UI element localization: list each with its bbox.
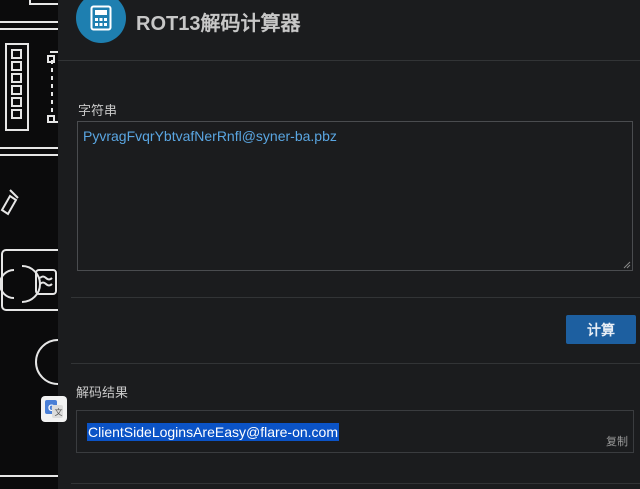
string-input-value: PyvragFvqrYbtvafNerRnfl@syner-ba.pbz [83,128,337,144]
result-label: 解码结果 [76,385,129,400]
string-input[interactable]: PyvragFvqrYbtvafNerRnfl@syner-ba.pbz [77,121,633,271]
section-divider [71,297,640,298]
section-divider [71,483,640,484]
page-root: G 文 ROT13解码计算器 字符串 PyvragFvqrYbtvafNerRn… [0,0,640,489]
section-divider [71,363,640,364]
input-label: 字符串 [78,103,118,118]
copy-button[interactable]: 复制 [606,433,628,449]
panel-header: ROT13解码计算器 [58,0,640,61]
result-output[interactable]: ClientSideLoginsAreEasy@flare-on.com 复制 [76,410,634,453]
svg-text:文: 文 [55,407,63,417]
calculator-panel: ROT13解码计算器 字符串 PyvragFvqrYbtvafNerRnfl@s… [58,0,640,489]
page-title: ROT13解码计算器 [136,13,301,35]
calculator-icon [76,0,126,43]
calculate-button[interactable]: 计算 [566,315,636,344]
google-translate-icon[interactable]: G 文 [41,396,67,422]
result-value[interactable]: ClientSideLoginsAreEasy@flare-on.com [87,423,339,441]
resize-handle-icon[interactable] [623,261,631,269]
